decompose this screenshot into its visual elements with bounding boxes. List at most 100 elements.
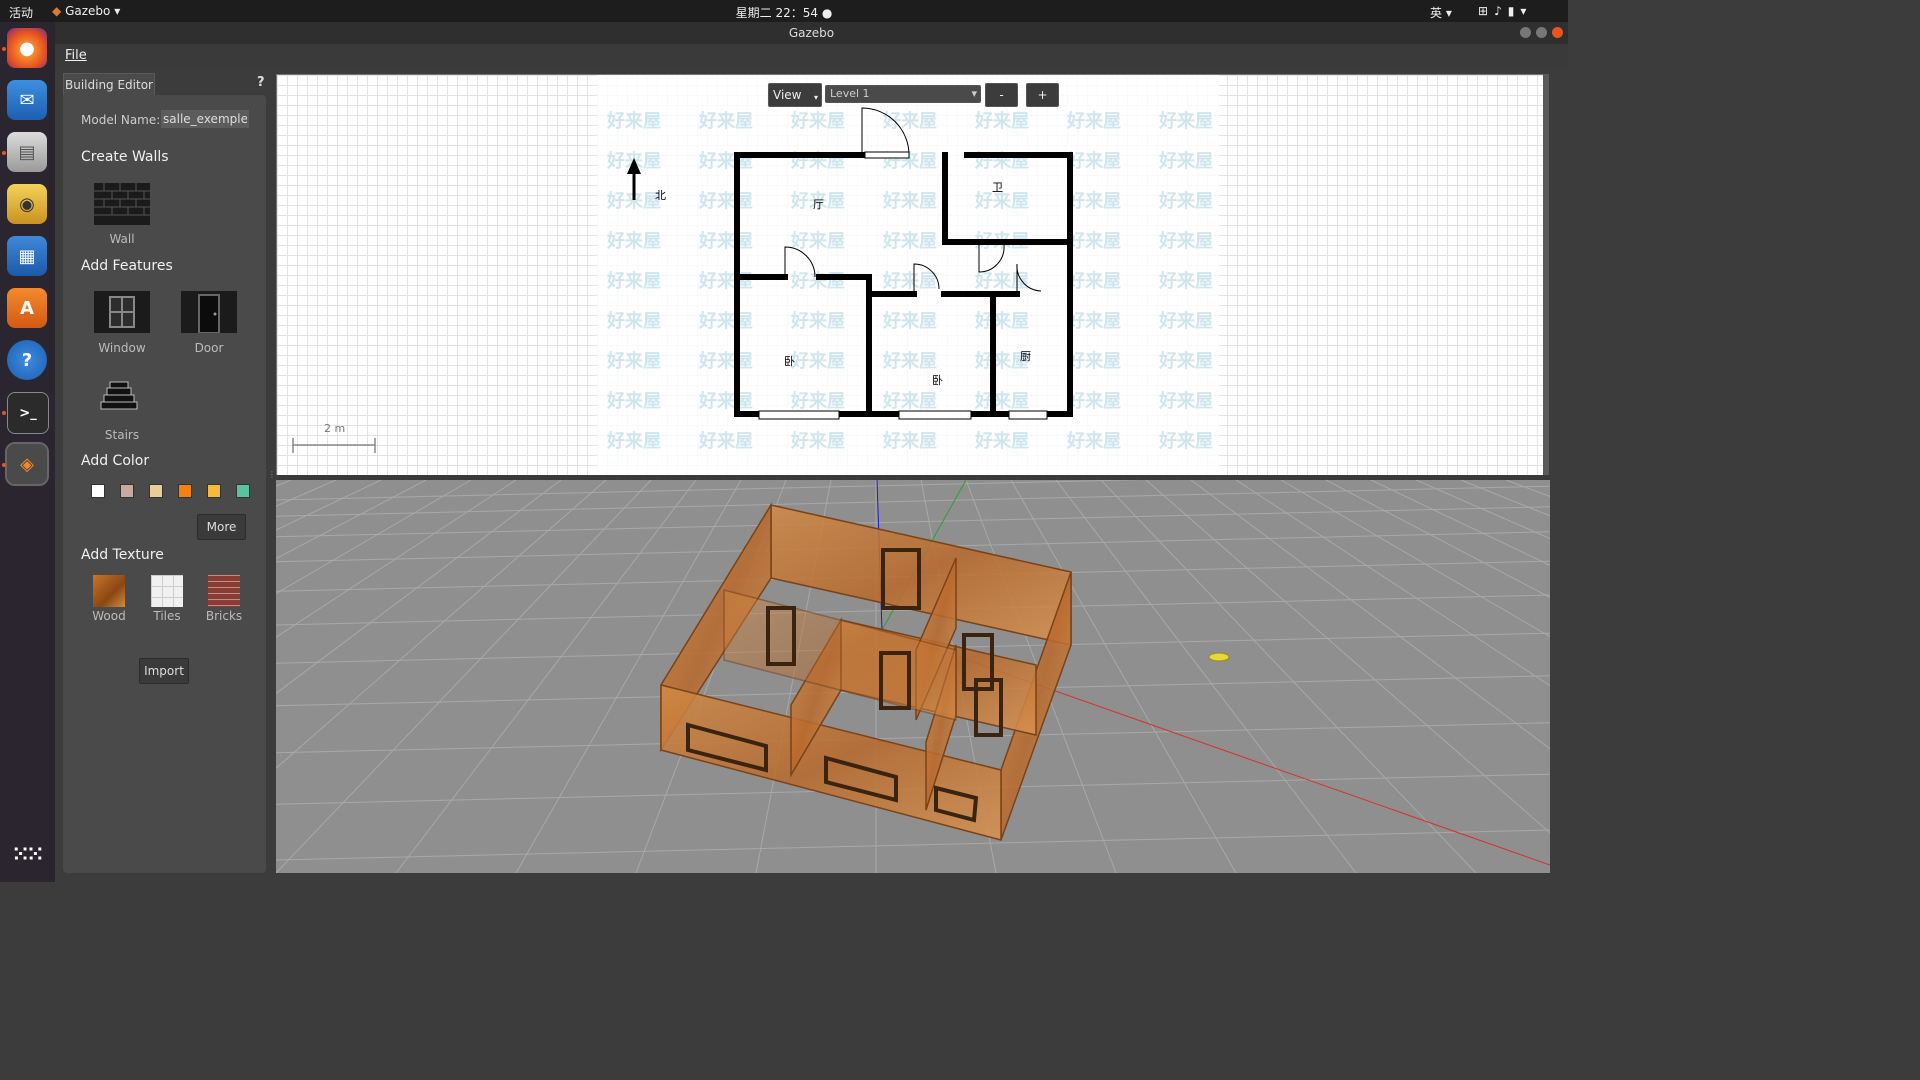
door-icon bbox=[181, 291, 237, 334]
watermark-text: 好来屋 bbox=[606, 270, 661, 292]
thunderbird-icon[interactable]: ✉ bbox=[7, 80, 47, 120]
watermark-text: 好来屋 bbox=[1066, 190, 1121, 212]
watermark-text: 好来屋 bbox=[790, 430, 845, 452]
light-marker-icon bbox=[1208, 652, 1230, 662]
watermark-text: 好来屋 bbox=[882, 430, 937, 452]
room-label: 卧 bbox=[784, 355, 795, 368]
level-select-value: Level 1 bbox=[830, 87, 870, 100]
view-menu-button[interactable]: View ▾ bbox=[768, 83, 822, 107]
watermark-text: 好来屋 bbox=[1066, 150, 1121, 172]
bricks-texture-button[interactable] bbox=[208, 575, 240, 607]
wood-texture-button[interactable] bbox=[93, 575, 125, 607]
watermark-text: 好来屋 bbox=[1066, 270, 1121, 292]
floor-plan-canvas[interactable]: 好来屋 好来屋 好来屋 好来屋 好来屋 好来屋 好来屋好来屋 好来屋 好来屋 好来屋 好来屋 好来屋好… bbox=[277, 75, 1543, 476]
watermark-text: 好来屋 bbox=[1158, 230, 1213, 252]
building-editor-tab[interactable]: Building Editor bbox=[63, 73, 155, 96]
building-editor-panel: Model Name: Create Walls Wall Add Featur… bbox=[63, 95, 266, 873]
3d-scene-canvas[interactable] bbox=[276, 480, 1550, 873]
tiles-texture-button[interactable] bbox=[151, 575, 183, 607]
watermark-text: 好来屋 bbox=[1158, 430, 1213, 452]
level-select[interactable]: Level 1 ▾ bbox=[825, 85, 981, 103]
battery-icon: ▮ bbox=[1507, 4, 1521, 18]
import-button[interactable]: Import bbox=[139, 658, 189, 684]
color-swatch[interactable] bbox=[149, 484, 163, 498]
application-dock: ● ✉ ▤ ◉ ▦ A ? >_ ◈ ⁙⁙ bbox=[0, 22, 55, 882]
stairs-tool[interactable] bbox=[99, 380, 139, 416]
stairs-icon bbox=[100, 381, 138, 410]
software-center-icon[interactable]: A bbox=[7, 288, 47, 328]
input-method-indicator[interactable]: 英 ▾ bbox=[1430, 4, 1452, 21]
wall-caption: Wall bbox=[109, 232, 135, 246]
grid-line bbox=[276, 480, 337, 507]
color-swatch[interactable] bbox=[120, 484, 134, 498]
window-tool[interactable] bbox=[94, 291, 150, 337]
add-features-heading: Add Features bbox=[81, 258, 173, 274]
watermark-text: 好来屋 bbox=[1066, 390, 1121, 412]
door-caption: Door bbox=[194, 341, 224, 355]
building-3d-view[interactable] bbox=[276, 480, 1550, 873]
watermark-text: 好来屋 bbox=[1158, 150, 1213, 172]
watermark-text: 好来屋 bbox=[698, 270, 753, 292]
add-texture-heading: Add Texture bbox=[81, 547, 164, 563]
color-swatch[interactable] bbox=[207, 484, 221, 498]
help-icon[interactable]: ? bbox=[7, 340, 47, 380]
watermark-text: 好来屋 bbox=[698, 230, 753, 252]
clock[interactable]: 星期二 22：54 ● bbox=[0, 4, 1568, 21]
system-top-bar: 活动 ◆ Gazebo ▾ 星期二 22：54 ● 英 ▾ ⊞♪▮▾ bbox=[0, 0, 1568, 22]
running-indicator bbox=[2, 47, 6, 51]
color-swatch[interactable] bbox=[178, 484, 192, 498]
watermark-text: 好来屋 bbox=[974, 390, 1029, 412]
north-label: 北 bbox=[655, 189, 666, 202]
splitter-handle[interactable]: ⋮ bbox=[268, 470, 276, 480]
watermark-text: 好来屋 bbox=[698, 110, 753, 132]
watermark-text: 好来屋 bbox=[882, 110, 937, 132]
close-button[interactable] bbox=[1552, 27, 1563, 38]
grid-line bbox=[1100, 480, 1477, 873]
watermark-text: 好来屋 bbox=[882, 190, 937, 212]
watermark-text: 好来屋 bbox=[882, 390, 937, 412]
watermark-text: 好来屋 bbox=[790, 310, 845, 332]
grid-line bbox=[276, 480, 517, 638]
more-colors-button[interactable]: More bbox=[197, 514, 246, 540]
door-tool[interactable] bbox=[181, 291, 237, 337]
input-method-label: 英 bbox=[1430, 6, 1443, 20]
create-walls-heading: Create Walls bbox=[81, 149, 169, 165]
minimize-button[interactable] bbox=[1520, 27, 1531, 38]
writer-icon[interactable]: ▦ bbox=[7, 236, 47, 276]
zoom-out-button[interactable]: - bbox=[985, 83, 1018, 107]
system-tray[interactable]: ⊞♪▮▾ bbox=[1478, 4, 1532, 18]
zoom-in-button[interactable]: + bbox=[1026, 83, 1059, 107]
files-icon[interactable]: ▤ bbox=[7, 132, 47, 172]
wall-tool[interactable] bbox=[94, 183, 150, 229]
show-applications-icon[interactable]: ⁙⁙ bbox=[7, 834, 47, 874]
color-swatch[interactable] bbox=[236, 484, 250, 498]
watermark-text: 好来屋 bbox=[790, 350, 845, 372]
watermark-text: 好来屋 bbox=[1066, 110, 1121, 132]
gazebo-icon[interactable]: ◈ bbox=[5, 442, 49, 486]
grid-line bbox=[1055, 480, 1357, 873]
clock-text: 星期二 22：54 bbox=[735, 6, 819, 20]
watermark-text: 好来屋 bbox=[606, 350, 661, 372]
terminal-icon[interactable]: >_ bbox=[7, 392, 49, 434]
file-menu[interactable]: File bbox=[65, 48, 87, 63]
editor-2d-scrollbar[interactable] bbox=[1543, 74, 1549, 475]
watermark-text: 好来屋 bbox=[974, 430, 1029, 452]
room-label: 卫 bbox=[992, 181, 1003, 194]
notification-dot-icon: ● bbox=[821, 6, 833, 20]
watermark-text: 好来屋 bbox=[698, 430, 753, 452]
window-title-bar: Gazebo bbox=[55, 22, 1568, 44]
watermark-text: 好来屋 bbox=[606, 430, 661, 452]
watermark-text: 好来屋 bbox=[974, 110, 1029, 132]
help-button[interactable]: ? bbox=[257, 75, 265, 90]
firefox-icon[interactable]: ● bbox=[7, 28, 47, 68]
model-name-input[interactable] bbox=[161, 110, 249, 128]
grid-line bbox=[276, 480, 562, 694]
brick-wall-icon bbox=[94, 183, 150, 225]
color-swatch[interactable] bbox=[91, 484, 105, 498]
grid-line bbox=[276, 480, 652, 873]
rhythmbox-icon[interactable]: ◉ bbox=[7, 184, 47, 224]
maximize-button[interactable] bbox=[1536, 27, 1547, 38]
running-indicator bbox=[2, 411, 6, 415]
building-2d-editor[interactable]: 好来屋 好来屋 好来屋 好来屋 好来屋 好来屋 好来屋 好来屋 好来屋 好来屋 好来屋 好来屋 好来屋好… bbox=[276, 74, 1544, 477]
scale-label: 2 m bbox=[324, 422, 345, 435]
